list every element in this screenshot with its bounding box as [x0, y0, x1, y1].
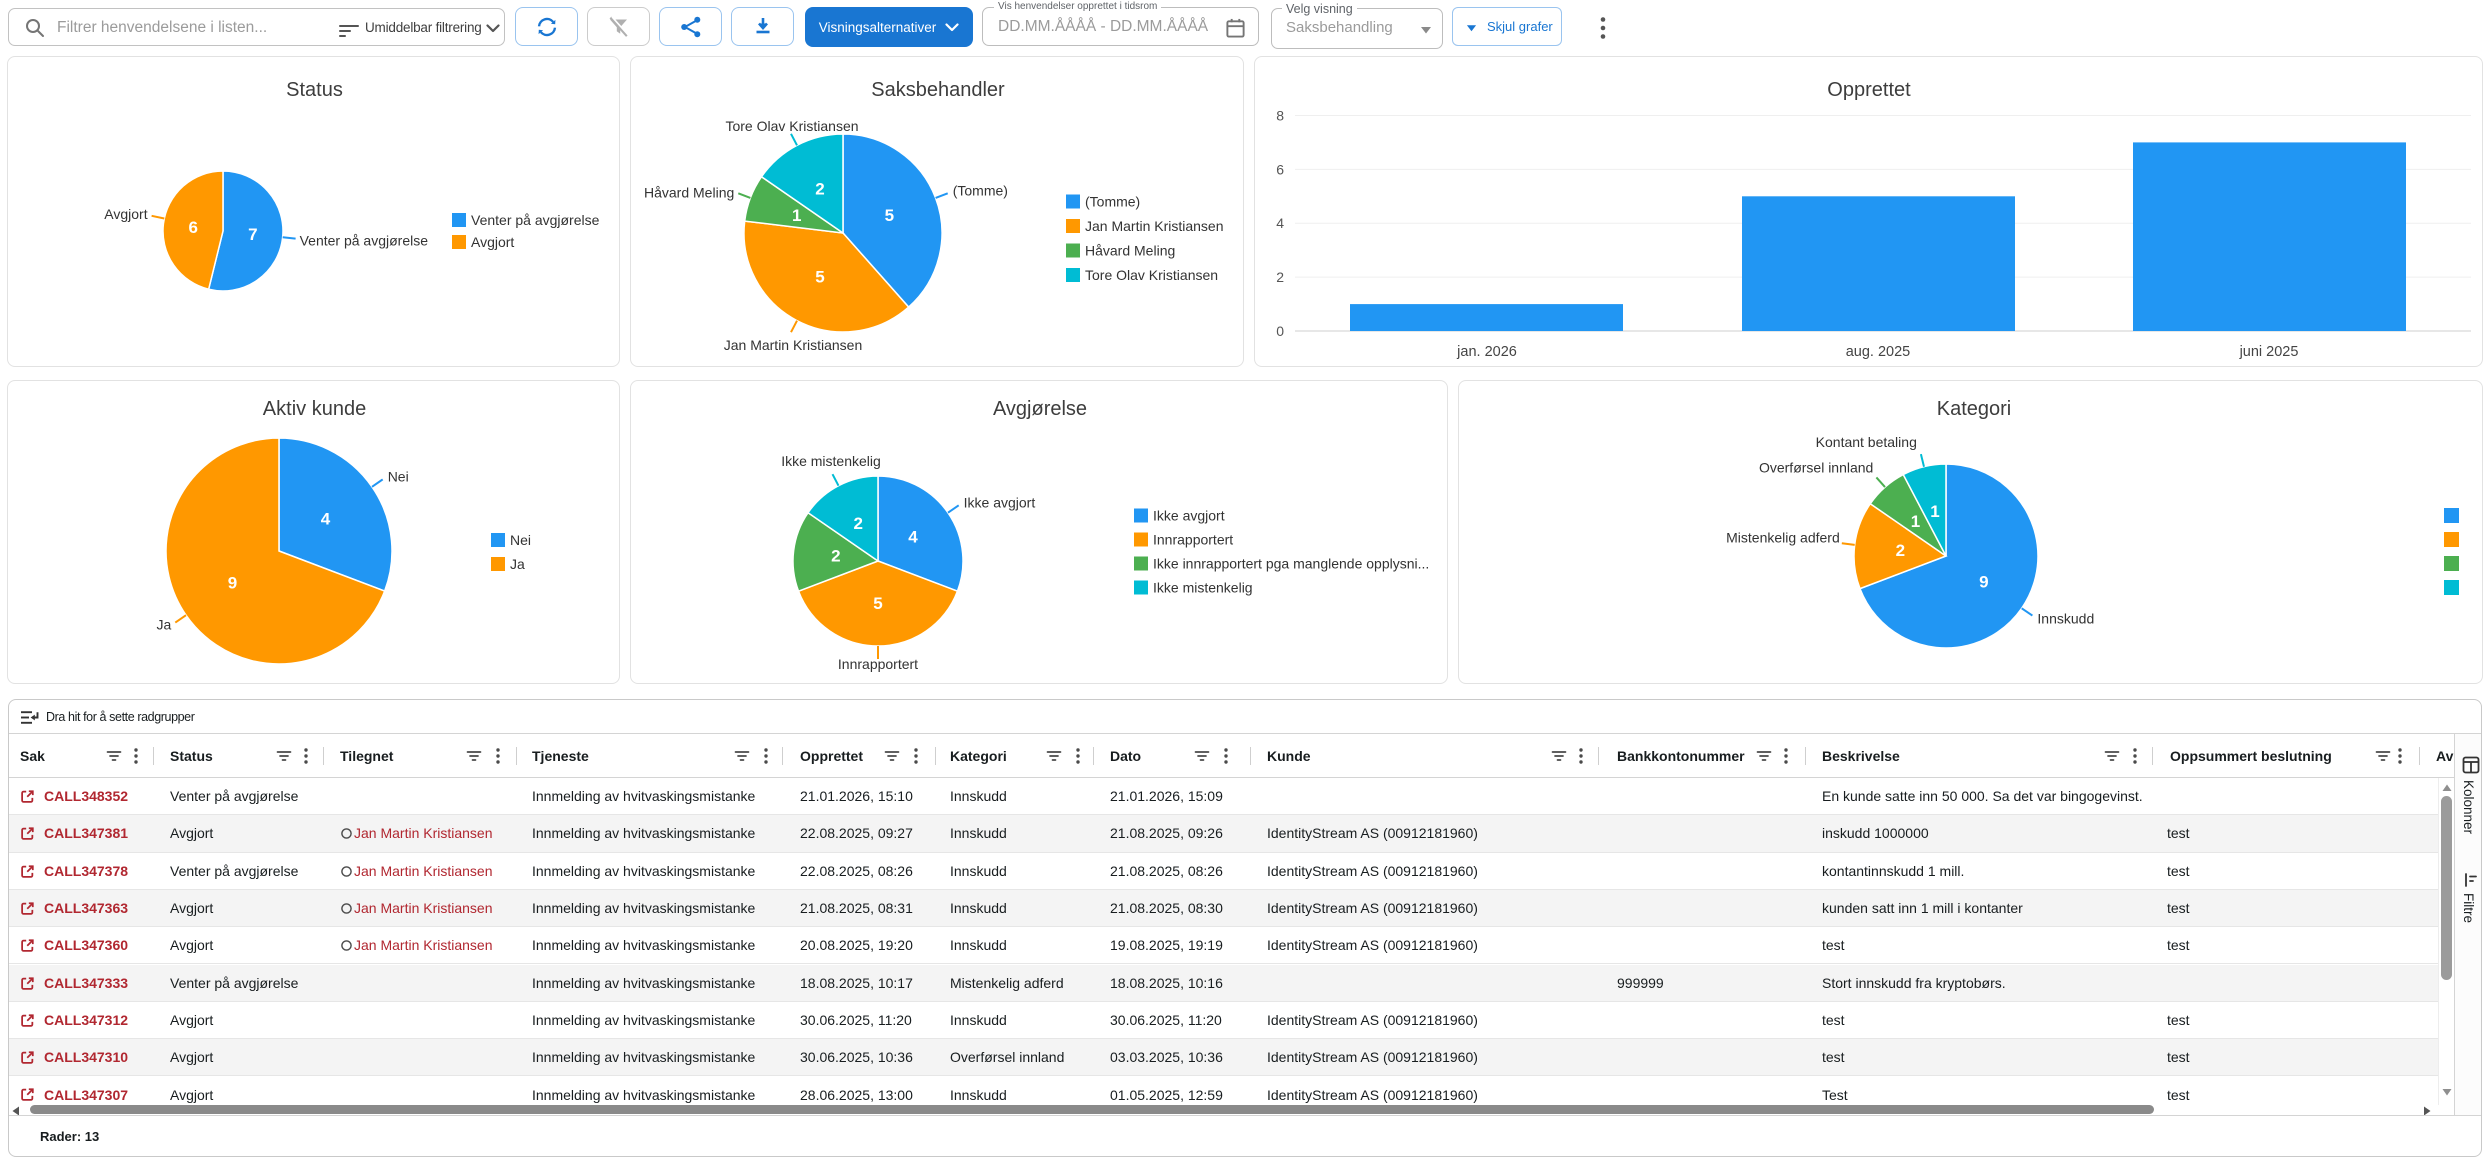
svg-text:4: 4: [908, 527, 918, 546]
svg-text:Jan Martin Kristiansen: Jan Martin Kristiansen: [1085, 218, 1224, 234]
svg-text:2: 2: [831, 546, 840, 565]
svg-text:Ikke avgjort: Ikke avgjort: [1153, 508, 1225, 524]
svg-text:Avgjort: Avgjort: [104, 206, 147, 222]
svg-text:juni 2025: juni 2025: [2239, 344, 2299, 360]
svg-text:Jan Martin Kristiansen: Jan Martin Kristiansen: [724, 337, 863, 353]
svg-text:Innrapportert: Innrapportert: [838, 656, 918, 672]
svg-text:Ja: Ja: [510, 556, 525, 572]
svg-text:Ikke avgjort: Ikke avgjort: [964, 494, 1036, 510]
svg-text:2: 2: [815, 180, 824, 199]
svg-text:Overførsel innland: Overførsel innland: [1759, 459, 1873, 475]
svg-text:4: 4: [1276, 215, 1284, 231]
svg-text:1: 1: [1930, 502, 1939, 521]
svg-text:5: 5: [873, 594, 882, 613]
svg-text:1: 1: [792, 206, 801, 225]
svg-text:2: 2: [853, 514, 862, 533]
svg-text:Opprettet: Opprettet: [1827, 79, 1911, 101]
svg-text:jan. 2026: jan. 2026: [1456, 344, 1517, 360]
svg-text:Tore Olav Kristiansen: Tore Olav Kristiansen: [1085, 267, 1218, 283]
svg-text:Ikke innrapportert pga manglen: Ikke innrapportert pga manglende opplysn…: [1153, 556, 1429, 572]
svg-text:6: 6: [188, 218, 197, 237]
svg-text:9: 9: [1979, 573, 1988, 592]
svg-text:Håvard Meling: Håvard Meling: [644, 184, 734, 200]
svg-text:Saksbehandler: Saksbehandler: [871, 79, 1005, 101]
svg-text:Nei: Nei: [510, 532, 531, 548]
svg-text:1: 1: [1911, 512, 1920, 531]
svg-text:7: 7: [248, 225, 257, 244]
svg-text:Tore Olav Kristiansen: Tore Olav Kristiansen: [725, 118, 858, 134]
svg-text:6: 6: [1276, 161, 1284, 177]
svg-text:Innskudd: Innskudd: [2037, 611, 2094, 627]
svg-text:8: 8: [1276, 107, 1284, 123]
svg-text:Aktiv kunde: Aktiv kunde: [263, 398, 366, 420]
svg-text:5: 5: [815, 267, 824, 286]
svg-text:Innrapportert: Innrapportert: [1153, 532, 1233, 548]
svg-text:Venter på avgjørelse: Venter på avgjørelse: [471, 212, 600, 228]
svg-text:Nei: Nei: [388, 468, 409, 484]
svg-text:2: 2: [1276, 269, 1284, 285]
svg-text:Håvard Meling: Håvard Meling: [1085, 243, 1175, 259]
svg-text:(Tomme): (Tomme): [1085, 194, 1140, 210]
svg-text:Avgjørelse: Avgjørelse: [993, 398, 1087, 420]
svg-text:2: 2: [1896, 541, 1905, 560]
svg-text:4: 4: [321, 509, 331, 528]
svg-text:Kontant betaling: Kontant betaling: [1816, 434, 1917, 450]
svg-text:9: 9: [228, 574, 237, 593]
svg-text:Avgjort: Avgjort: [471, 234, 514, 250]
svg-text:Status: Status: [286, 79, 343, 101]
svg-text:Mistenkelig adferd: Mistenkelig adferd: [1726, 529, 1840, 545]
svg-text:0: 0: [1276, 323, 1284, 339]
svg-text:Venter på avgjørelse: Venter på avgjørelse: [300, 233, 429, 249]
svg-text:Ja: Ja: [157, 617, 172, 633]
svg-text:Kategori: Kategori: [1937, 398, 2012, 420]
svg-text:aug. 2025: aug. 2025: [1846, 344, 1911, 360]
svg-text:Ikke mistenkelig: Ikke mistenkelig: [781, 453, 881, 469]
svg-text:5: 5: [885, 206, 894, 225]
svg-text:(Tomme): (Tomme): [953, 182, 1008, 198]
svg-text:Ikke mistenkelig: Ikke mistenkelig: [1153, 580, 1253, 596]
